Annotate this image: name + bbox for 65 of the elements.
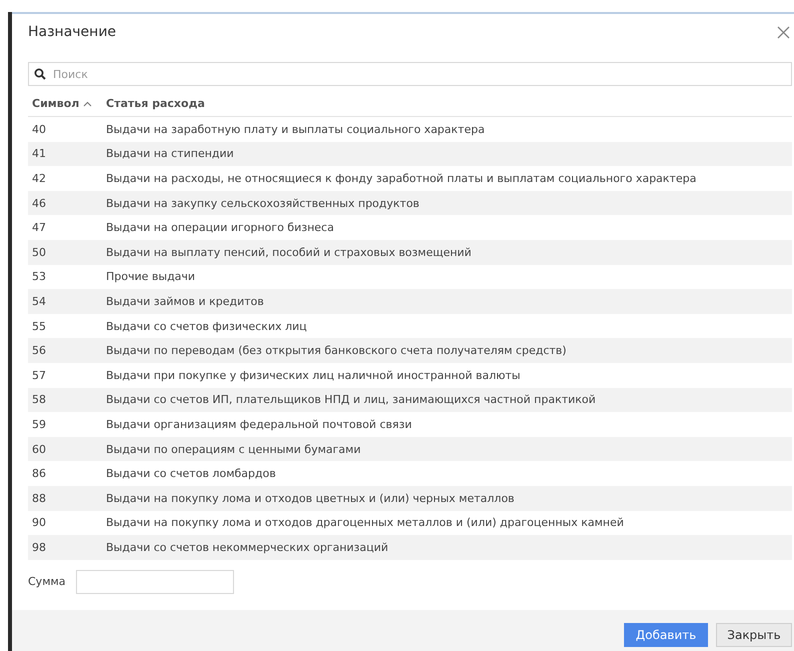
close-dialog-button[interactable]: Закрыть [716,623,792,647]
search-field[interactable]: Поиск [28,62,792,86]
symbol-cell-text: 50 [31,246,47,259]
table-row[interactable]: 41 Выдачи на стипендии [28,142,792,166]
table-row[interactable]: 50 Выдачи на выплату пенсий, пособий и страховых возмещений [28,240,792,265]
expense-cell-text: Прочие выдачи [105,270,196,284]
symbol-cell-text: 42 [31,172,47,185]
symbol-cell-text: 57 [31,368,47,382]
table-row[interactable]: 60 Выдачи по операциям с ценными бумагами [28,436,792,462]
expense-cell-text: Выдачи на закупку сельскохозяйственных продуктов [105,196,420,210]
symbol-cell-text: 98 [31,540,47,554]
table-row[interactable]: 54 Выдачи займов и кредитов [28,289,792,314]
table-row[interactable]: 56 Выдачи по переводам (без открытия банковского счета получателям средств) [28,338,792,363]
column-header[interactable]: Статья расхода [102,97,209,116]
expense-cell-text: Выдачи со счетов физических лиц [105,320,307,333]
expense-cell-text: Выдачи на операции игорного бизнеса [105,221,334,234]
symbol-cell-text: 41 [31,147,47,160]
expense-cell-text: Выдачи на покупку лома и отходов цветных и (или) черных металлов [105,492,514,505]
sum-label: Сумма [28,575,66,588]
expense-cell-text: Выдачи на покупку лома и отходов драгоценных металлов и (или) драгоценных камней [105,516,624,530]
expense-cell-text: Выдачи со счетов некоммерческих организаций [105,540,388,554]
symbol-cell-text: 40 [31,122,47,136]
table-row[interactable]: 98 Выдачи со счетов некоммерческих организаций [28,535,792,560]
expense-cell-text: Выдачи на расходы, не относящиеся к фонду заработной платы и выплатам социального характера [105,172,696,185]
table-row[interactable]: 53 Прочие выдачи [28,264,792,290]
search-icon [34,68,46,80]
table-row[interactable]: 90 Выдачи на покупку лома и отходов драгоценных металлов и (или) драгоценных камней [28,510,792,536]
expense-cell-text: Выдачи со счетов ИП, плательщиков НПД и лиц, занимающихся частной практикой [105,393,596,406]
expense-cell-text: Выдачи со счетов ломбардов [105,467,276,480]
symbol-cell-text: 54 [31,294,47,308]
close-icon [777,26,790,38]
expense-cell-text: Выдачи на выплату пенсий, пособий и страховых возмещений [105,246,472,259]
table-row[interactable]: 88 Выдачи на покупку лома и отходов цветных и (или) черных металлов [28,486,792,510]
sort-ascending-icon [83,100,92,106]
expense-cell-text: Выдачи организациям федеральной почтовой связи [105,418,412,431]
symbol-cell-text: 47 [31,221,47,234]
expense-cell-text: Выдачи займов и кредитов [105,294,264,308]
sum-input[interactable] [76,570,234,594]
table-row[interactable]: 59 Выдачи организациям федеральной почтовой связи [28,412,792,437]
table-row[interactable]: 58 Выдачи со счетов ИП, плательщиков НПД и лиц, занимающихся частной практикой [28,388,792,412]
table-row[interactable]: 57 Выдачи при покупке у физических лиц наличной иностранной валюты [28,362,792,388]
table-row[interactable]: 86 Выдачи со счетов ломбардов [28,461,792,486]
symbol-cell-text: 46 [31,196,47,210]
symbol-cell-text: 90 [31,516,47,530]
column-header[interactable]: Символ [28,97,102,116]
expense-cell-text: Выдачи при покупке у физических лиц наличной иностранной валюты [105,368,520,382]
symbol-cell-text: 88 [31,492,47,505]
table-row[interactable]: 55 Выдачи со счетов физических лиц [28,314,792,338]
table-row[interactable]: 42 Выдачи на расходы, не относящиеся к фонду заработной платы и выплатам социального характера [28,166,792,191]
symbol-cell-text: 86 [31,467,47,480]
symbol-cell-text: 59 [31,418,47,431]
expense-cell-text: Выдачи на заработную плату и выплаты социального характера [105,122,485,136]
expense-cell-text: Выдачи на стипендии [105,147,234,160]
symbol-cell-text: 60 [31,442,47,456]
table-row[interactable]: 47 Выдачи на операции игорного бизнеса [28,215,792,240]
symbol-cell-text: 53 [31,270,47,284]
table-row[interactable]: 40 Выдачи на заработную плату и выплаты социального характера [28,117,792,142]
symbol-cell-text: 55 [31,320,47,333]
dialog-title: Назначение [28,24,116,40]
add-button[interactable]: Добавить [624,623,708,647]
expense-cell-text: Выдачи по переводам (без открытия банковского счета получателям средств) [105,344,566,358]
table-row[interactable]: 46 Выдачи на закупку сельскохозяйственных продуктов [28,190,792,216]
expense-cell-text: Выдачи по операциям с ценными бумагами [105,442,361,456]
symbol-cell-text: 58 [31,393,47,406]
symbol-cell-text: 56 [31,344,47,358]
